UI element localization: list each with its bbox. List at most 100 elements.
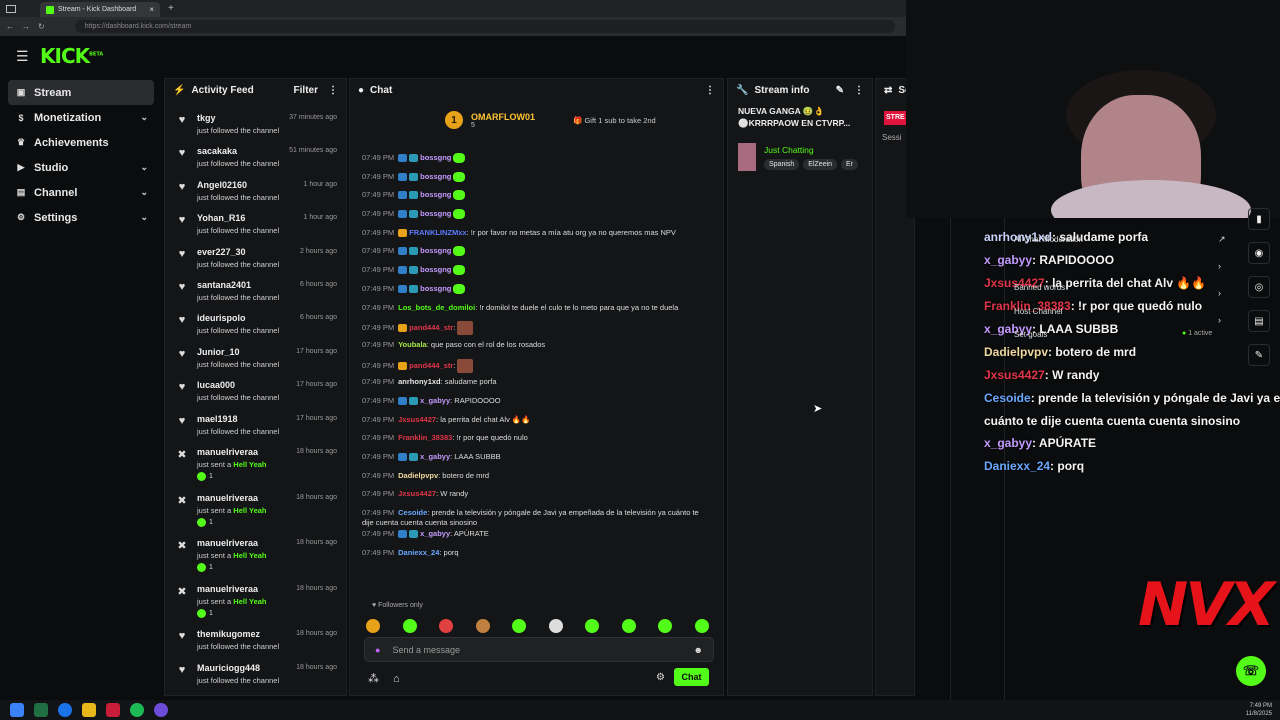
chat-message[interactable]: 07:49 PM bossgng [362, 151, 712, 170]
external-link-icon[interactable]: ↗ [1218, 226, 1226, 253]
sidebar-item-settings[interactable]: ⚙ Settings ⌄ [8, 205, 154, 230]
tool-button[interactable]: ◉ [1248, 242, 1270, 264]
activity-item[interactable]: ✖ manuelriveraa just sent a Hell Yeah 18… [171, 443, 337, 489]
chat-message[interactable]: 07:49 PM Daniexx_24: porq [362, 546, 712, 565]
store-icon[interactable]: ⌂ [393, 673, 400, 685]
back-icon[interactable]: ← [6, 22, 14, 31]
reload-icon[interactable]: ↻ [38, 22, 45, 31]
url-field[interactable]: https://dashboard.kick.com/stream [74, 20, 895, 33]
activity-item[interactable]: ✖ manuelriveraa just sent a Hell Yeah 18… [171, 534, 337, 580]
chat-message[interactable]: 07:49 PM Dadielpvpv: botero de mrd [362, 469, 712, 488]
chat-message[interactable]: 07:49 PM x_gabyy: LAAA SUBBB [362, 450, 712, 469]
message-user[interactable]: Daniexx_24 [398, 548, 439, 557]
capcut-icon[interactable] [106, 703, 120, 717]
menu-banned-words[interactable]: Banned words [1014, 276, 1083, 300]
message-user[interactable]: anrhony1xd [398, 377, 441, 386]
chat-message[interactable]: 07:49 PM bossgng [362, 170, 712, 189]
obs-icon[interactable] [154, 703, 168, 717]
message-user[interactable]: x_gabyy [420, 396, 450, 405]
send-chat-button[interactable]: Chat [674, 668, 709, 686]
chat-message[interactable]: 07:49 PM Franklin_38383: !r por que quedó… [362, 431, 712, 450]
chat-message[interactable]: 07:49 PM Jxsus4427: la perrita del chat A… [362, 413, 712, 432]
message-input[interactable]: ● Send a message ☻ [364, 637, 714, 662]
emote-button[interactable] [585, 619, 599, 633]
chrome-icon[interactable] [58, 703, 72, 717]
chat-message[interactable]: 07:49 PM bossgng [362, 207, 712, 226]
emote-button[interactable] [621, 619, 636, 633]
activity-item[interactable]: ♥ Yohan_R16 just followed the channel 1 … [171, 209, 337, 242]
points-icon[interactable]: ⁂ [368, 672, 379, 685]
activity-item[interactable]: ♥ ever227_30 just followed the channel 2… [171, 243, 337, 276]
chat-message[interactable]: 07:49 PM x_gabyy: APÚRATE [362, 527, 712, 546]
app-icon[interactable] [34, 703, 48, 717]
edit-icon[interactable]: ✎ [836, 85, 844, 96]
microphone-icon[interactable]: ● [375, 645, 380, 655]
chevron-right-icon[interactable]: › [1218, 280, 1226, 307]
chat-message[interactable]: 07:49 PM bossgng [362, 244, 712, 263]
emoji-icon[interactable]: ☻ [694, 645, 703, 655]
chat-message[interactable]: 07:49 PM Jxsus4427: W randy [362, 487, 712, 506]
more-icon[interactable]: ⋮ [328, 85, 338, 96]
menu-icon[interactable]: ☰ [16, 48, 29, 65]
menu-set-goals[interactable]: Set goals [1014, 323, 1083, 347]
folder-icon[interactable] [82, 703, 96, 717]
tool-button[interactable]: ▮ [1248, 208, 1270, 230]
activity-item[interactable]: ♥ ideurispolo just followed the channel … [171, 309, 337, 342]
windows-start-icon[interactable] [10, 703, 24, 717]
message-user[interactable]: x_gabyy [420, 529, 450, 538]
message-user[interactable]: bossgng [420, 172, 451, 181]
message-user[interactable]: bossgng [420, 190, 451, 199]
emote-button[interactable] [658, 619, 672, 633]
more-icon[interactable]: ⋮ [705, 85, 715, 96]
chat-message[interactable]: 07:49 PM bossgng [362, 282, 712, 301]
sidebar-item-achievements[interactable]: ♛ Achievements [8, 130, 154, 155]
activity-item[interactable]: ♥ Angel02160 just followed the channel 1… [171, 176, 337, 209]
support-chat-icon[interactable]: ☏ [1236, 656, 1266, 686]
emote-button[interactable] [366, 619, 380, 633]
message-user[interactable]: Franklin_38383 [398, 433, 452, 442]
chat-message[interactable]: 07:49 PM Youbala: que paso con el rol de … [362, 338, 712, 357]
sidebar-item-monetization[interactable]: $ Monetization ⌄ [8, 105, 154, 130]
filter-button[interactable]: Filter [294, 85, 318, 96]
new-tab-icon[interactable]: + [168, 3, 174, 14]
sidebar-item-channel[interactable]: ▤ Channel ⌄ [8, 180, 154, 205]
chat-message[interactable]: 07:49 PM Cesoide: prende la televisión y … [362, 506, 712, 527]
activity-item[interactable]: ♥ sacakaka just followed the channel 51 … [171, 142, 337, 175]
message-user[interactable]: pand444_str [409, 323, 453, 332]
activity-item[interactable]: ♥ Mauriciogg448 just followed the channe… [171, 659, 337, 692]
message-user[interactable]: Jxsus4427 [398, 415, 436, 424]
menu-ai-moderation[interactable]: AI Chat Moderation [1014, 228, 1083, 252]
message-user[interactable]: bossgng [420, 153, 451, 162]
emote-button[interactable] [439, 619, 453, 633]
message-user[interactable]: Los_bots_de_domiloi [398, 303, 475, 312]
message-user[interactable]: pand444_str [409, 361, 453, 370]
category-thumbnail[interactable] [738, 143, 756, 171]
gift-prompt[interactable]: 🎁 Gift 1 sub to take 2nd [573, 116, 656, 125]
message-user[interactable]: bossgng [420, 265, 451, 274]
tag[interactable]: Er [841, 159, 859, 170]
browser-tab[interactable]: Stream - Kick Dashboard × [40, 2, 160, 17]
chevron-right-icon[interactable]: › [1218, 253, 1226, 280]
spotify-icon[interactable] [130, 703, 144, 717]
sidebar-item-studio[interactable]: ▶ Studio ⌄ [8, 155, 154, 180]
chat-message[interactable]: 07:49 PM bossgng [362, 263, 712, 282]
emote-button[interactable] [475, 619, 490, 633]
activity-item[interactable]: ♥ Junior_10 just followed the channel 17… [171, 343, 337, 376]
activity-item[interactable]: ♥ themikugomez just followed the channel… [171, 625, 337, 658]
chat-message[interactable]: 07:49 PM FRANKLINZMxx: !r por favor no me… [362, 226, 712, 245]
activity-item[interactable]: ✖ manuelriveraa just sent a Hell Yeah 18… [171, 489, 337, 535]
pinned-gifter[interactable]: 1 OMARFLOW01 5 🎁 Gift 1 sub to take 2nd [445, 111, 656, 129]
chat-message[interactable]: 07:49 PM anrhony1xd: saludame porfa [362, 375, 712, 394]
activity-item[interactable]: ♥ lucaa000 just followed the channel 17 … [171, 376, 337, 409]
tool-button[interactable]: ▤ [1248, 310, 1270, 332]
message-user[interactable]: Dadielpvpv [398, 471, 438, 480]
emote-button[interactable] [402, 619, 417, 633]
activity-item[interactable]: ♥ santana2401 just followed the channel … [171, 276, 337, 309]
message-user[interactable]: Youbala [398, 340, 427, 349]
message-user[interactable]: Cesoide [398, 508, 427, 517]
emote-button[interactable] [512, 619, 526, 633]
message-user[interactable]: FRANKLINZMxx [409, 228, 467, 237]
category-name[interactable]: Just Chatting [764, 145, 814, 155]
activity-item[interactable]: ✖ manuelriveraa just sent a Hell Yeah 18… [171, 580, 337, 626]
tool-button[interactable]: ◎ [1248, 276, 1270, 298]
